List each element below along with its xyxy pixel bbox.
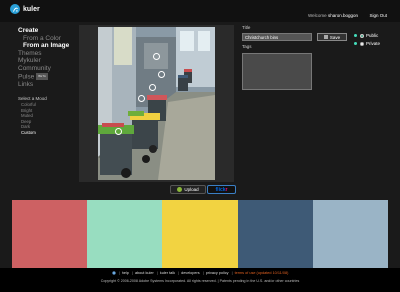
upload-label: Upload: [184, 187, 199, 192]
tags-input[interactable]: [242, 53, 312, 90]
sign-out-link[interactable]: Sign Out: [369, 13, 387, 18]
username[interactable]: sharon.boggon: [328, 13, 358, 18]
flickr-text-part1: flick: [215, 186, 226, 193]
left-nav: Create From a Color From an Image Themes…: [18, 27, 69, 88]
logo-text: kuler: [23, 5, 40, 13]
source-photo[interactable]: [98, 27, 215, 180]
footer-talk-link[interactable]: kuler talk: [160, 271, 175, 275]
kuler-logo[interactable]: kuler: [10, 4, 40, 14]
app-header: kuler Welcome sharon.boggon Sign Out: [0, 0, 400, 22]
private-option[interactable]: Private: [354, 41, 380, 46]
upload-icon: [177, 187, 183, 192]
title-label: Title: [242, 25, 251, 30]
color-picker-marker[interactable]: [115, 128, 122, 135]
swatch-4[interactable]: [237, 200, 313, 268]
nav-mykuler[interactable]: Mykuler: [18, 57, 69, 65]
public-status-icon: [354, 34, 357, 37]
color-picker-marker[interactable]: [153, 53, 160, 60]
color-picker-marker[interactable]: [138, 95, 145, 102]
public-label: Public: [366, 33, 379, 38]
nav-links[interactable]: Links: [18, 81, 69, 89]
tags-label: Tags: [242, 44, 252, 49]
image-panel: [79, 25, 234, 182]
flickr-button[interactable]: flick r: [207, 185, 236, 194]
upload-button[interactable]: Upload: [170, 185, 206, 194]
nav-pulse-label: Pulse: [18, 73, 35, 81]
swatch-2[interactable]: [87, 200, 163, 268]
mood-selector: Select a Mood Colorful Bright Muted Deep…: [18, 96, 47, 136]
welcome-prefix: Welcome: [308, 13, 327, 18]
private-radio[interactable]: [360, 41, 364, 46]
footer-about-link[interactable]: about kuler: [135, 271, 154, 275]
mood-custom[interactable]: Custom: [18, 130, 47, 136]
footer-developers-link[interactable]: developers: [181, 271, 200, 275]
swatch-5[interactable]: [312, 200, 389, 268]
save-icon: [323, 35, 328, 39]
mood-title: Select a Mood: [18, 96, 47, 101]
footer: | help | about kuler | kuler talk | develope…: [0, 268, 400, 292]
private-status-icon: [354, 42, 357, 45]
nav-community[interactable]: Community: [18, 65, 69, 73]
kuler-logo-icon: [10, 4, 20, 14]
flickr-text-part2: r: [225, 186, 228, 193]
welcome-message: Welcome sharon.boggon: [308, 13, 358, 18]
save-button[interactable]: Save: [317, 33, 347, 41]
save-label: Save: [329, 34, 341, 40]
help-icon: [112, 271, 116, 275]
nav-from-color[interactable]: From a Color: [18, 35, 69, 43]
title-input[interactable]: Christchurch bins: [242, 33, 312, 41]
nav-themes[interactable]: Themes: [18, 50, 69, 58]
public-radio[interactable]: [360, 33, 364, 38]
swatch-1[interactable]: [12, 200, 88, 268]
nav-create[interactable]: Create: [18, 27, 69, 35]
color-picker-marker[interactable]: [149, 84, 156, 91]
public-option[interactable]: Public: [354, 33, 378, 38]
footer-privacy-link[interactable]: privacy policy: [206, 271, 229, 275]
footer-terms-link[interactable]: terms of use (updated 10/11/08): [235, 271, 289, 275]
footer-help-link[interactable]: help: [122, 271, 129, 275]
nav-from-image[interactable]: From an Image: [18, 42, 69, 50]
color-swatches: [12, 200, 389, 268]
beta-badge: BETA: [36, 72, 48, 81]
swatch-3[interactable]: [162, 200, 238, 268]
color-picker-marker[interactable]: [158, 71, 165, 78]
footer-links: | help | about kuler | kuler talk | develope…: [0, 271, 400, 275]
copyright-text: Copyright © 2006-2008 Adobe Systems Inco…: [100, 279, 300, 283]
nav-pulse[interactable]: Pulse BETA: [18, 72, 69, 81]
private-label: Private: [366, 41, 381, 46]
